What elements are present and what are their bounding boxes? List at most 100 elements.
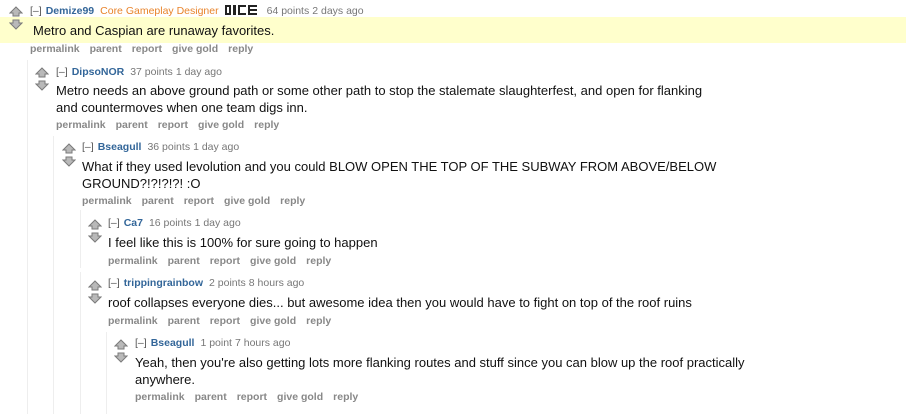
comment-score: 64 points [266, 5, 310, 17]
comment-text-line: What if they used levolution and you cou… [82, 159, 717, 174]
comment-text-line: Metro needs an above ground path or some… [56, 83, 703, 98]
comment-text-line: and countermoves when one team digs inn. [56, 100, 308, 115]
comment-time: 1 day ago [175, 66, 222, 78]
comment-body: Yeah, then you're also getting lots more… [135, 354, 745, 388]
give-gold-button[interactable]: give gold [250, 315, 296, 327]
report-button[interactable]: report [237, 391, 267, 403]
comment-body: I feel like this is 100% for sure going … [108, 234, 378, 251]
comment-score: 16 points [148, 217, 192, 229]
upvote-arrow-icon[interactable] [114, 339, 128, 350]
downvote-arrow-icon[interactable] [88, 232, 102, 243]
author-link[interactable]: Bseagull [151, 337, 195, 349]
author-link[interactable]: Bseagull [98, 141, 142, 153]
author-link[interactable]: DipsoNOR [72, 66, 125, 78]
upvote-arrow-icon[interactable] [9, 6, 23, 17]
permalink-button[interactable]: permalink [56, 119, 106, 131]
reply-button[interactable]: reply [306, 315, 331, 327]
vote-arrows [35, 67, 49, 93]
reply-button[interactable]: reply [280, 195, 305, 207]
comment-buttons: permalink parent report give gold reply [56, 119, 289, 132]
thread-rail[interactable] [27, 60, 28, 414]
vote-arrows [114, 339, 128, 365]
comment-tagline: [–] Ca7 16 points 1 day ago [108, 217, 241, 230]
report-button[interactable]: report [132, 43, 162, 55]
comment-text-line: anywhere. [135, 372, 195, 387]
give-gold-button[interactable]: give gold [250, 255, 296, 267]
author-link[interactable]: Ca7 [124, 217, 143, 229]
dice-logo [224, 5, 257, 15]
comment-text-line: Yeah, then you're also getting lots more… [135, 355, 745, 370]
comment-time: 1 day ago [193, 141, 240, 153]
collapse-toggle[interactable]: [–] [108, 217, 120, 229]
comment-tagline: [–] Demize99 Core Gameplay Designer 64 poin… [30, 5, 364, 18]
comment-buttons: permalink parent report give gold reply [135, 391, 368, 404]
report-button[interactable]: report [210, 315, 240, 327]
vote-arrows [9, 6, 23, 32]
upvote-arrow-icon[interactable] [62, 143, 76, 154]
upvote-arrow-icon[interactable] [88, 280, 102, 291]
comment-text-line: GROUND?!?!?!?! :O [82, 176, 201, 191]
comment-score: 36 points [147, 141, 191, 153]
report-button[interactable]: report [184, 195, 214, 207]
comment-score: 2 points [209, 277, 246, 289]
report-button[interactable]: report [158, 119, 188, 131]
comment-time: 7 hours ago [234, 337, 291, 349]
thread-rail[interactable] [53, 136, 54, 414]
parent-button[interactable]: parent [168, 255, 200, 267]
comment-buttons: permalink parent report give gold reply [108, 255, 341, 268]
thread-rail[interactable] [80, 210, 81, 268]
thread-rail[interactable] [80, 272, 81, 414]
parent-button[interactable]: parent [168, 315, 200, 327]
permalink-button[interactable]: permalink [30, 43, 80, 55]
parent-button[interactable]: parent [142, 195, 174, 207]
permalink-button[interactable]: permalink [108, 255, 158, 267]
upvote-arrow-icon[interactable] [35, 67, 49, 78]
downvote-arrow-icon[interactable] [35, 80, 49, 91]
author-link[interactable]: Demize99 [46, 5, 94, 17]
downvote-arrow-icon[interactable] [9, 19, 23, 30]
reply-button[interactable]: reply [306, 255, 331, 267]
downvote-arrow-icon[interactable] [114, 352, 128, 363]
collapse-toggle[interactable]: [–] [56, 66, 68, 78]
comment-body: Metro and Caspian are runaway favorites. [33, 22, 274, 39]
comment-buttons: permalink parent report give gold reply [82, 195, 315, 208]
comment-tagline: [–] trippingrainbow 2 points 8 hours ago [108, 277, 304, 290]
author-link[interactable]: trippingrainbow [124, 277, 203, 289]
give-gold-button[interactable]: give gold [277, 391, 323, 403]
collapse-toggle[interactable]: [–] [108, 277, 120, 289]
vote-arrows [88, 219, 102, 245]
collapse-toggle[interactable]: [–] [135, 337, 147, 349]
comment-text-line: roof collapses everyone dies... but awes… [108, 295, 692, 310]
reply-button[interactable]: reply [333, 391, 358, 403]
reply-button[interactable]: reply [228, 43, 253, 55]
comment-body: What if they used levolution and you cou… [82, 158, 716, 192]
downvote-arrow-icon[interactable] [62, 156, 76, 167]
permalink-button[interactable]: permalink [108, 315, 158, 327]
user-flair: Core Gameplay Designer [100, 5, 219, 17]
comment-score: 37 points [130, 66, 173, 78]
comment-tagline: [–] DipsoNOR 37 points 1 day ago [56, 66, 222, 79]
parent-button[interactable]: parent [195, 391, 227, 403]
parent-button[interactable]: parent [90, 43, 122, 55]
give-gold-button[interactable]: give gold [172, 43, 218, 55]
downvote-arrow-icon[interactable] [88, 293, 102, 304]
reply-button[interactable]: reply [254, 119, 279, 131]
parent-button[interactable]: parent [116, 119, 148, 131]
collapse-toggle[interactable]: [–] [82, 141, 94, 153]
upvote-arrow-icon[interactable] [88, 219, 102, 230]
thread-rail[interactable] [106, 332, 107, 414]
comment-time: 8 hours ago [248, 277, 305, 289]
comment-tagline: [–] Bseagull 1 point 7 hours ago [135, 337, 290, 350]
comment-buttons: permalink parent report give gold reply [108, 315, 341, 328]
give-gold-button[interactable]: give gold [224, 195, 270, 207]
permalink-button[interactable]: permalink [135, 391, 185, 403]
permalink-button[interactable]: permalink [82, 195, 132, 207]
comment-body: Metro needs an above ground path or some… [56, 82, 702, 116]
give-gold-button[interactable]: give gold [198, 119, 244, 131]
comment-tagline: [–] Bseagull 36 points 1 day ago [82, 141, 239, 154]
vote-arrows [62, 143, 76, 169]
report-button[interactable]: report [210, 255, 240, 267]
collapse-toggle[interactable]: [–] [30, 5, 42, 17]
comment-buttons: permalink parent report give gold reply [30, 43, 263, 56]
comment-time: 1 day ago [194, 217, 241, 229]
